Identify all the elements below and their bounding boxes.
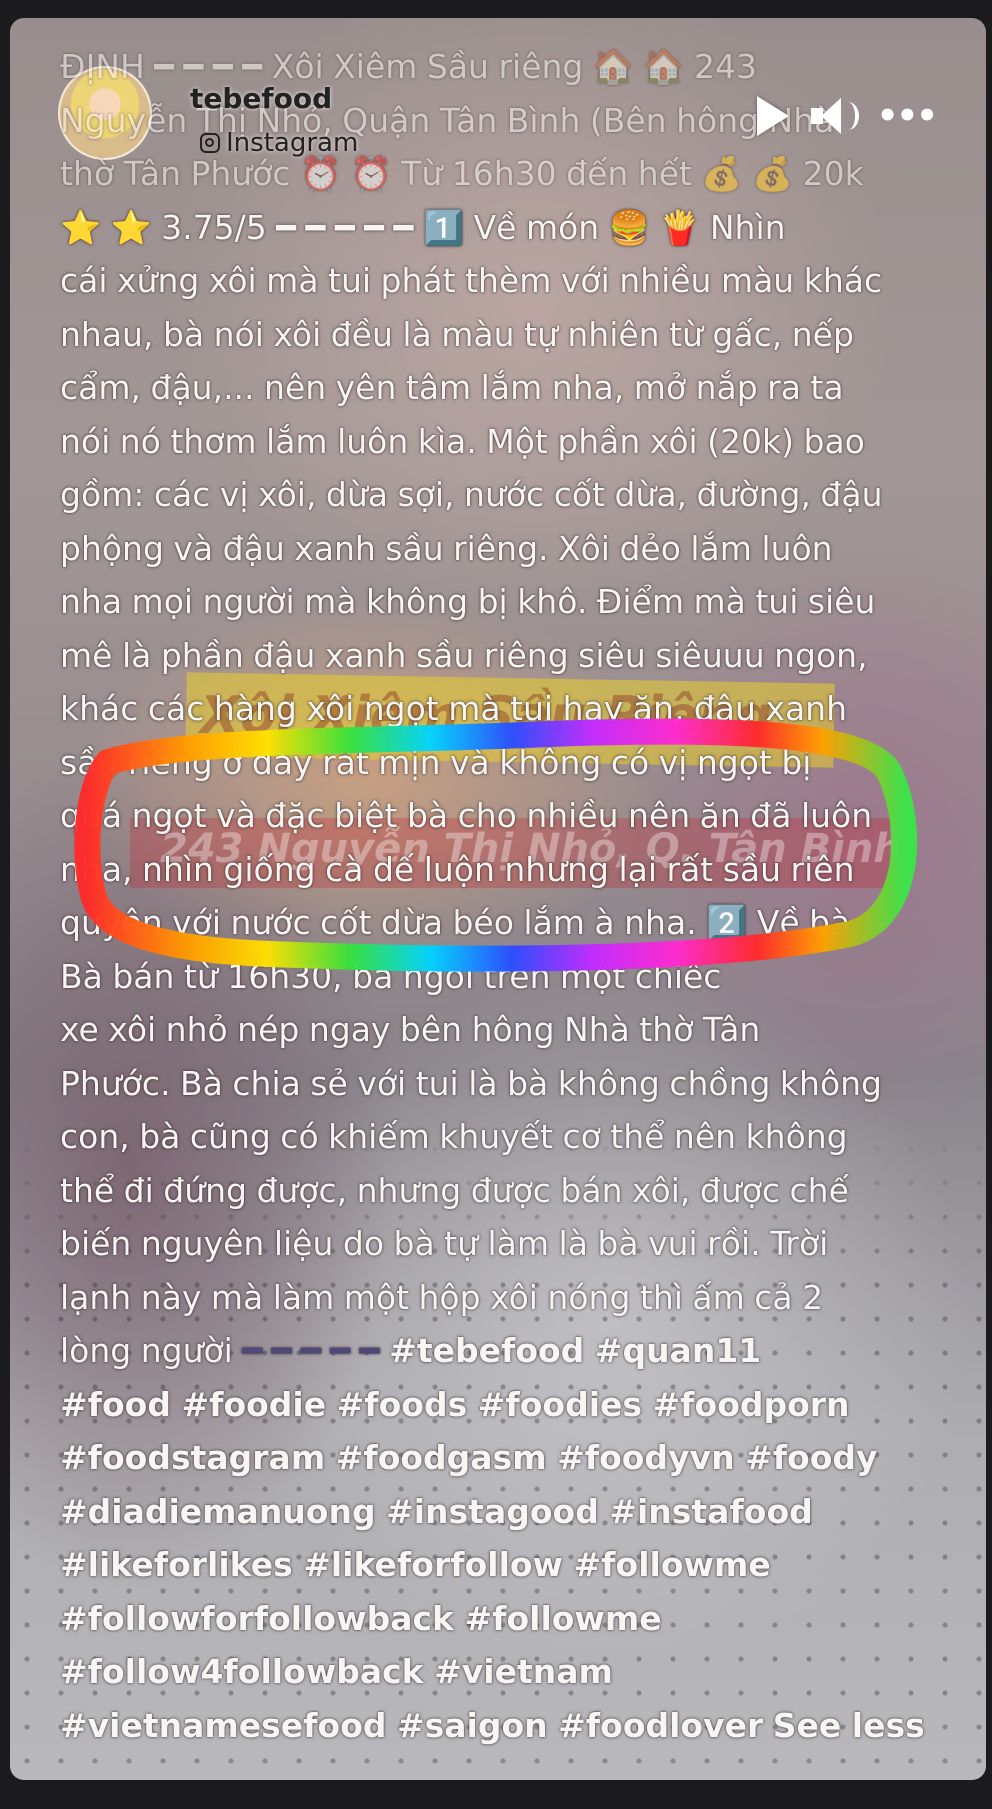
- caption-line: gồm: các vị xôi, dừa sợi, nước cốt dừa, …: [60, 475, 883, 514]
- caption-line: #vietnamesefood #saigon #foodlover See l…: [60, 1699, 960, 1753]
- caption-line: nha, nhìn giống cà dế luộn nhưng lại rất…: [60, 849, 855, 889]
- caption-line: nhau, bà nói xôi đều là màu tự nhiên từ …: [60, 314, 854, 354]
- caption-line: cái xửng xôi mà tui phát thèm với nhiều …: [60, 261, 883, 300]
- hashtag-line[interactable]: #foodstagram #foodgasm #foodyvn #foody: [60, 1431, 960, 1485]
- reel-frame[interactable]: Xôi Xiêm Sầu Riêng 243 Nguyễn Thị Nhỏ, Q…: [10, 18, 986, 1780]
- source-label: Instagram: [200, 128, 358, 158]
- caption-line: nha mọi người mà không bị khô. Điểm mà t…: [60, 582, 876, 621]
- caption-line: khác các hàng xôi ngọt mà tui hay ăn, đậ…: [60, 689, 848, 728]
- hashtag-line[interactable]: #followforfollowback #followme: [60, 1592, 960, 1646]
- instagram-icon: [200, 133, 220, 153]
- caption-line: sầu riêng ở đây rất mịn và không có vị n…: [60, 742, 812, 782]
- hashtag-text[interactable]: #tebefood #quan11: [389, 1331, 761, 1370]
- more-options-icon[interactable]: •••: [877, 99, 938, 133]
- caption-line: thờ Tân Phước ⏰ ⏰ Từ 16h30 đến hết 💰 💰 2…: [60, 154, 864, 193]
- source-text: Instagram: [226, 128, 359, 158]
- caption-line: lạnh này mà làm một hộp xôi nóng thì ấm …: [60, 1277, 824, 1317]
- play-icon[interactable]: [756, 96, 789, 136]
- username[interactable]: tebefood: [190, 82, 332, 115]
- caption-line: quyện với nước cốt dừa béo lắm à nha. 2️…: [60, 903, 851, 942]
- hashtag-line[interactable]: #diadiemanuong #instagood #instafood: [60, 1485, 960, 1539]
- hashtag-text[interactable]: #vietnamesefood #saigon #foodlover: [60, 1706, 763, 1745]
- hashtag-line[interactable]: #follow4followback #vietnam: [60, 1645, 960, 1699]
- caption: ĐỊNH ━ ━ ━ ━ Xôi Xiêm Sầu riêng 🏠 🏠 243 …: [60, 40, 960, 1752]
- see-less-link[interactable]: See less: [773, 1706, 925, 1745]
- caption-line: phộng và đậu xanh sầu riêng. Xôi dẻo lắm…: [60, 528, 833, 568]
- caption-line: con, bà cũng có khiếm khuyết cơ thể nên …: [60, 1117, 848, 1156]
- caption-line: biến nguyên liệu do bà tự làm là bà vui …: [60, 1224, 829, 1263]
- player-controls: •••: [756, 96, 938, 136]
- hashtag-line[interactable]: #likeforlikes #likeforfollow #followme: [60, 1538, 960, 1592]
- caption-text: lòng người: [60, 1331, 233, 1370]
- caption-line: Phước. Bà chia sẻ với tui là bà không ch…: [60, 1063, 882, 1103]
- volume-icon[interactable]: [810, 96, 859, 136]
- caption-line: ⭐ ⭐ 3.75/5 ━ ━ ━ ━ ━ 1️⃣ Về món 🍔 🍟 Nhìn: [60, 207, 786, 247]
- caption-line: quá ngọt và đặc biệt bà cho nhiều nên ăn…: [60, 796, 873, 835]
- caption-line: nói nó thơm lắm luôn kìa. Một phần xôi (…: [60, 421, 865, 461]
- caption-line: lòng người ━ ━ ━ ━ ━ #tebefood #quan11: [60, 1324, 960, 1378]
- caption-line: Bà bán từ 16h30, bà ngồi trên một chiếc: [60, 956, 722, 996]
- divider-dashes: ━ ━ ━ ━ ━: [242, 1331, 380, 1370]
- caption-line: mê là phần đậu xanh sầu riêng siêu siêuu…: [60, 635, 868, 675]
- caption-line: xe xôi nhỏ nép ngay bên hông Nhà thờ Tân: [60, 1010, 761, 1049]
- hashtag-line[interactable]: #food #foodie #foods #foodies #foodporn: [60, 1378, 960, 1432]
- caption-line: thể đi đứng được, nhưng được bán xôi, đư…: [60, 1170, 849, 1210]
- caption-line: cẩm, đậu,... nên yên tâm lắm nha, mở nắp…: [60, 368, 844, 407]
